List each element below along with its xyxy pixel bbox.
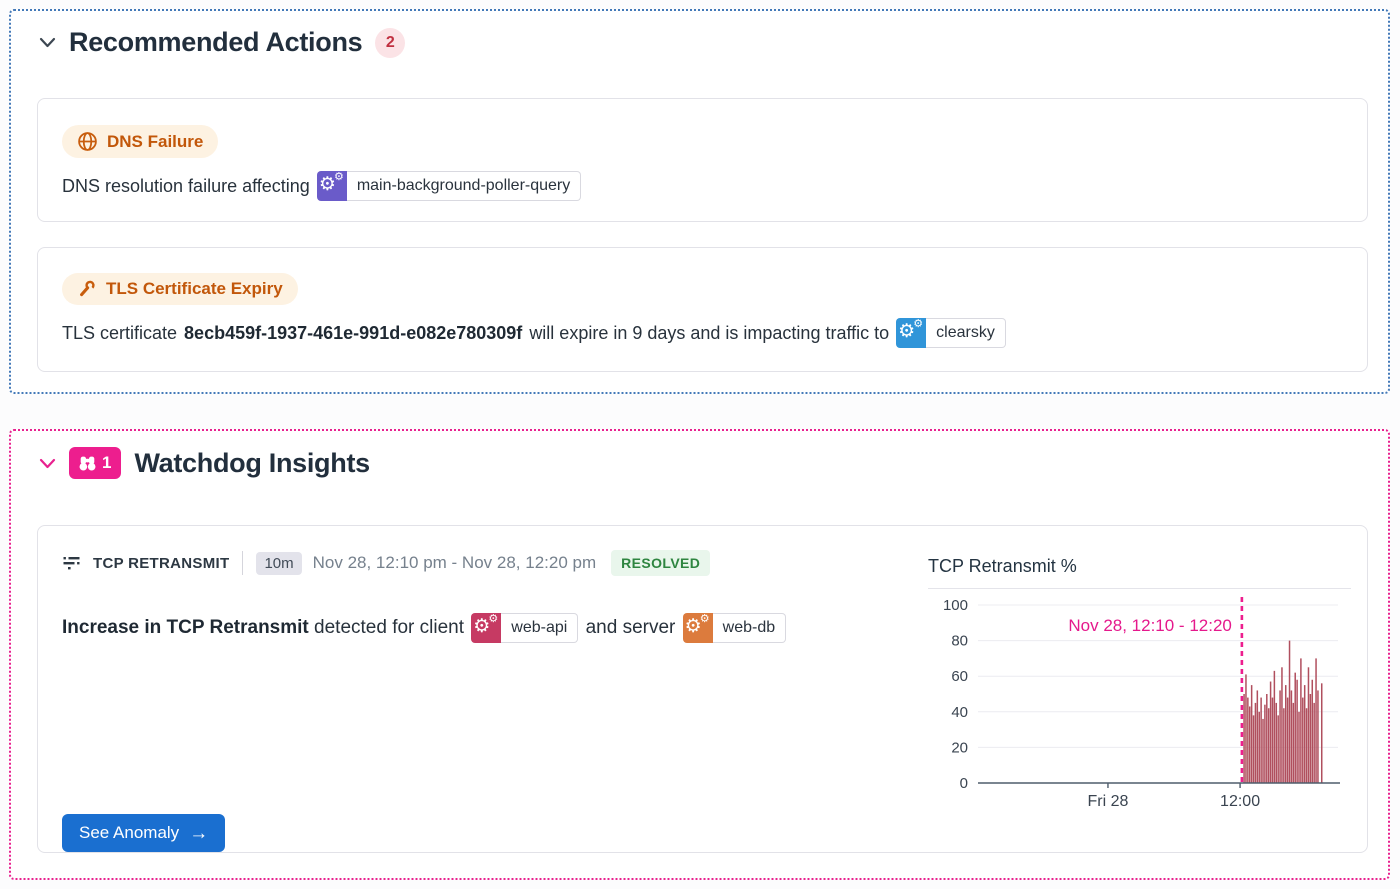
svg-text:60: 60	[951, 668, 968, 685]
chart-plot-area[interactable]: 0 20 40 60 80 100 Nov 28, 12:10 - 12:20 Fri 28 1…	[904, 589, 1351, 822]
text-segment: and server	[586, 617, 676, 638]
svg-text:0: 0	[960, 775, 968, 792]
section-title: Recommended Actions	[69, 27, 362, 58]
text-segment: TLS certificate	[62, 323, 177, 344]
service-name: main-background-poller-query	[347, 171, 581, 201]
badge-label: TLS Certificate Expiry	[106, 279, 283, 299]
time-range: Nov 28, 12:10 pm - Nov 28, 12:20 pm	[313, 553, 597, 573]
status-badge: RESOLVED	[611, 550, 710, 576]
section-title: Watchdog Insights	[134, 448, 369, 479]
chart-title: TCP Retransmit %	[928, 556, 1351, 589]
duration-badge: 10m	[256, 552, 301, 575]
globe-icon	[77, 131, 98, 152]
service-tag-web-api[interactable]: ⚙⚙web-api	[471, 613, 578, 643]
gears-icon: ⚙⚙	[683, 613, 713, 643]
watchdog-insight-card[interactable]: TCP RETRANSMIT 10m Nov 28, 12:10 pm - No…	[37, 525, 1368, 853]
svg-text:Nov 28, 12:10 - 12:20: Nov 28, 12:10 - 12:20	[1068, 616, 1232, 635]
svg-text:20: 20	[951, 739, 968, 756]
divider	[242, 551, 243, 575]
recommendation-card-tls[interactable]: TLS Certificate Expiry TLS certificate 8…	[37, 247, 1368, 372]
watchdog-insights-header[interactable]: 1 Watchdog Insights	[39, 447, 370, 479]
gears-icon: ⚙⚙	[896, 318, 926, 348]
text-segment: detected for client	[314, 617, 464, 638]
service-name: clearsky	[926, 318, 1006, 348]
wrench-icon	[77, 279, 97, 299]
insight-details: TCP RETRANSMIT 10m Nov 28, 12:10 pm - No…	[62, 550, 842, 648]
badge-label: DNS Failure	[107, 132, 203, 152]
insight-count: 1	[102, 453, 111, 473]
svg-text:80: 80	[951, 633, 968, 650]
tcp-retransmit-chart[interactable]: TCP Retransmit % 0 20 40 60 80 100 Nov 28, 12:…	[904, 556, 1351, 822]
svg-text:40: 40	[951, 704, 968, 721]
service-tag-web-db[interactable]: ⚙⚙web-db	[683, 613, 786, 643]
chevron-down-icon[interactable]	[39, 455, 56, 472]
tcp-retransmit-icon	[62, 554, 82, 573]
recommendation-card-dns[interactable]: DNS Failure DNS resolution failure affec…	[37, 98, 1368, 222]
button-label: See Anomaly	[79, 823, 179, 843]
certificate-id: 8ecb459f-1937-461e-991d-e082e780309f	[184, 323, 522, 344]
summary-highlight: Increase in TCP Retransmit	[62, 617, 309, 638]
svg-text:12:00: 12:00	[1220, 793, 1260, 810]
watchdog-insights-section: 1 Watchdog Insights TCP RETRANSMIT 10m N…	[9, 429, 1390, 880]
arrow-right-icon: →	[189, 825, 208, 842]
chevron-down-icon[interactable]	[39, 34, 56, 51]
see-anomaly-button[interactable]: See Anomaly →	[62, 814, 225, 852]
text-segment: DNS resolution failure affecting	[62, 176, 310, 197]
dns-failure-badge: DNS Failure	[62, 125, 218, 158]
watchdog-badge: 1	[69, 447, 121, 479]
recommended-actions-section: Recommended Actions 2 DNS Failure DNS re…	[9, 9, 1390, 394]
binoculars-icon	[79, 455, 96, 472]
insight-meta-row: TCP RETRANSMIT 10m Nov 28, 12:10 pm - No…	[62, 550, 842, 576]
count-badge: 2	[375, 28, 405, 58]
service-name: web-db	[713, 613, 786, 643]
text-segment: will expire in 9 days and is impacting t…	[529, 323, 889, 344]
tls-certificate-expiry-badge: TLS Certificate Expiry	[62, 273, 298, 305]
recommended-actions-header[interactable]: Recommended Actions 2	[39, 27, 405, 58]
gears-icon: ⚙⚙	[471, 613, 501, 643]
recommendation-text: DNS resolution failure affecting ⚙⚙ main…	[62, 171, 1343, 201]
gears-icon: ⚙⚙	[317, 171, 347, 201]
insight-type-label: TCP RETRANSMIT	[93, 555, 229, 572]
insight-summary: Increase in TCP Retransmit detected for …	[62, 608, 842, 648]
recommendation-text: TLS certificate 8ecb459f-1937-461e-991d-…	[62, 318, 1343, 348]
service-name: web-api	[501, 613, 578, 643]
service-tag-clearsky[interactable]: ⚙⚙ clearsky	[896, 318, 1006, 348]
svg-text:100: 100	[943, 597, 968, 614]
svg-text:Fri 28: Fri 28	[1088, 793, 1129, 810]
service-tag-main-background-poller-query[interactable]: ⚙⚙ main-background-poller-query	[317, 171, 581, 201]
